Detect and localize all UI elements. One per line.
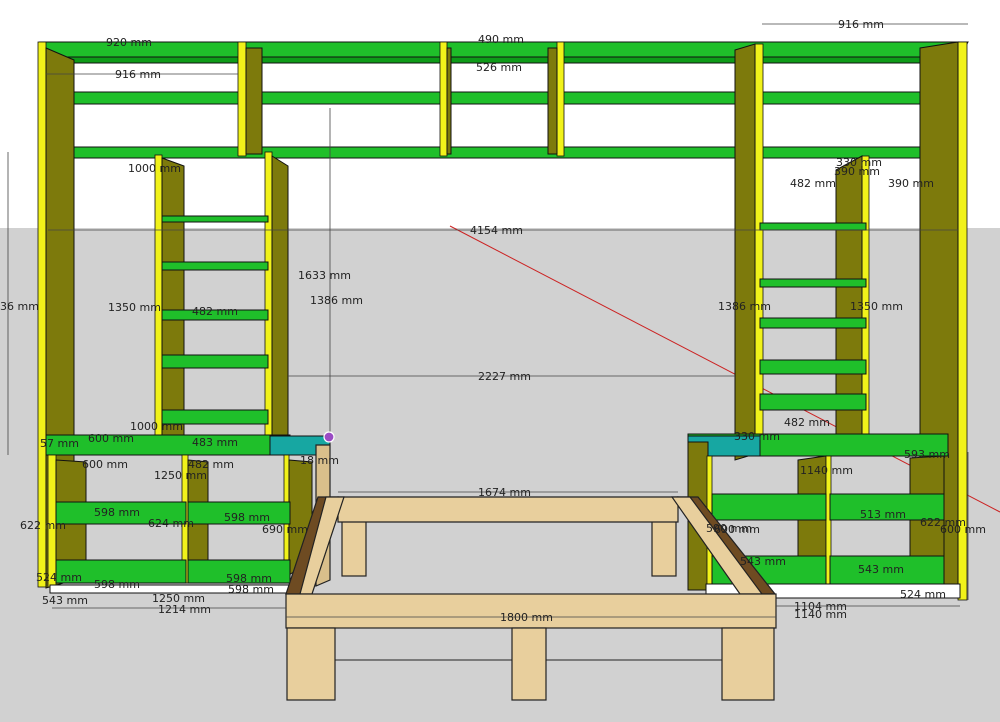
dim-top-left-width: 916 mm — [115, 68, 161, 81]
dim-left-624: 624 mm — [148, 517, 194, 530]
dim-span-1000-top: 1000 mm — [128, 162, 181, 175]
dim-left-partial-height: 36 mm — [0, 300, 39, 313]
dim-left-18: 18 mm — [300, 454, 339, 467]
dim-right-482-top: 482 mm — [790, 177, 836, 190]
dim-left-tower-height: 1350 mm — [108, 301, 161, 314]
dim-top-right-width: 916 mm — [838, 18, 884, 31]
dim-right-513: 513 mm — [860, 508, 906, 521]
dim-left-57: 57 mm — [40, 437, 79, 450]
dim-left-622: 622 mm — [20, 519, 66, 532]
dim-gap-2227: 2227 mm — [478, 370, 531, 383]
dim-left-483: 483 mm — [192, 436, 238, 449]
sketchup-viewport[interactable]: 916 mm 920 mm 916 mm 490 mm 526 mm 1000 … — [0, 0, 1000, 722]
dim-bed-1674: 1674 mm — [478, 486, 531, 499]
dim-left-524: 524 mm — [36, 571, 82, 584]
dim-left-600: 600 mm — [88, 432, 134, 445]
dim-right-tower-height-1: 1386 mm — [718, 300, 771, 313]
dim-right-330: 330 mm — [836, 156, 882, 169]
dim-top-mid-490: 490 mm — [478, 33, 524, 46]
dim-right-330b: 330 mm — [734, 430, 780, 443]
dim-left-598-1: 598 mm — [94, 506, 140, 519]
dim-right-524: 524 mm — [900, 588, 946, 601]
dim-left-543: 543 mm — [42, 594, 88, 607]
dim-right-543b: 543 mm — [858, 563, 904, 576]
dim-bed-1800: 1800 mm — [500, 611, 553, 624]
dim-right-593: 593 mm — [904, 448, 950, 461]
dim-left-600b: 600 mm — [82, 458, 128, 471]
dim-right-690: 690 mm — [714, 523, 760, 536]
dim-right-390-b: 390 mm — [888, 177, 934, 190]
dim-left-598-5: 598 mm — [228, 583, 274, 596]
dim-height-1386: 1386 mm — [310, 294, 363, 307]
dim-left-598-3: 598 mm — [94, 578, 140, 591]
cursor-inference-dot[interactable] — [323, 431, 335, 443]
dim-top-mid-526: 526 mm — [476, 61, 522, 74]
dim-span-4154: 4154 mm — [470, 224, 523, 237]
dim-right-tower-height-2: 1350 mm — [850, 300, 903, 313]
dim-left-tower-shelf: 482 mm — [192, 305, 238, 318]
dim-right-1140: 1140 mm — [800, 464, 853, 477]
dim-left-1214: 1214 mm — [158, 603, 211, 616]
dim-top-left-overlap: 920 mm — [106, 36, 152, 49]
dim-right-482-low: 482 mm — [784, 416, 830, 429]
dim-right-1140b: 1140 mm — [794, 608, 847, 621]
dim-left-1250: 1250 mm — [154, 469, 207, 482]
dim-left-690: 690 mm — [262, 523, 308, 536]
dim-right-600: 600 mm — [940, 523, 986, 536]
dim-height-1633: 1633 mm — [298, 269, 351, 282]
dim-left-1000: 1000 mm — [130, 420, 183, 433]
dim-right-543: 543 mm — [740, 555, 786, 568]
